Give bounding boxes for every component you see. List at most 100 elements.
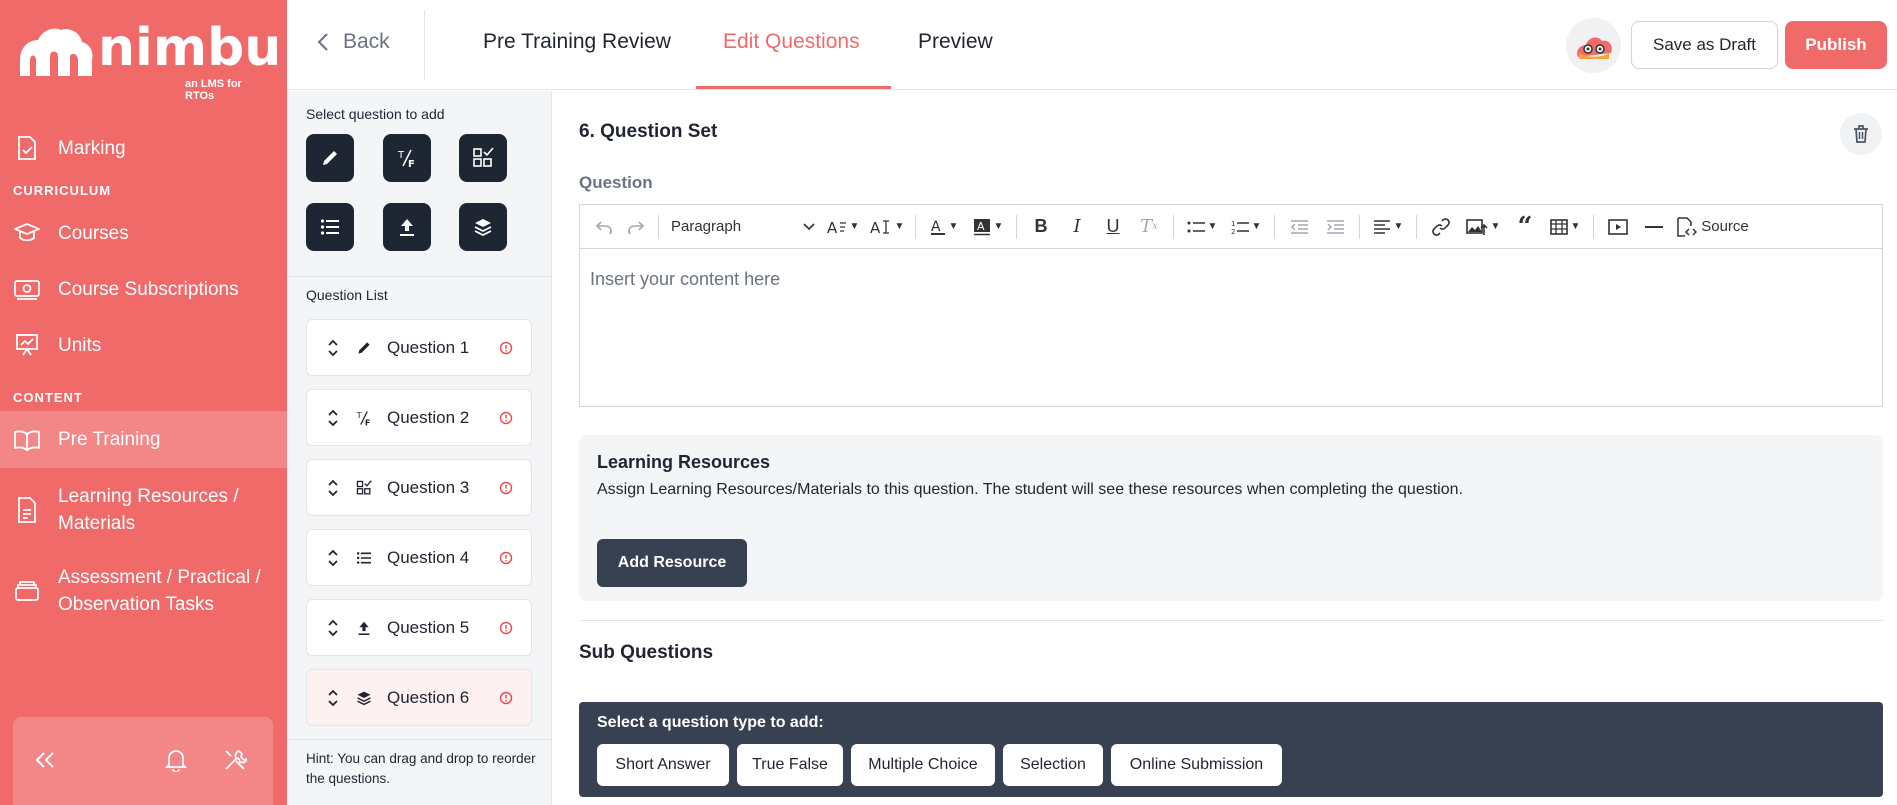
add-question-set-button[interactable]	[459, 203, 507, 251]
question-list-item-5[interactable]: Question 5	[306, 599, 532, 656]
toolbar-separator	[1416, 214, 1417, 239]
svg-text:T: T	[397, 150, 405, 161]
mascot-avatar-icon	[1576, 37, 1612, 59]
font-family-icon[interactable]: A ▼	[865, 211, 909, 243]
insert-media-icon[interactable]	[1600, 211, 1636, 243]
question-list-item-3[interactable]: Question 3	[306, 459, 532, 516]
sidebar-item-label: Courses	[58, 222, 129, 244]
redo-icon[interactable]	[620, 211, 652, 243]
insert-image-icon[interactable]: ▼	[1459, 211, 1507, 243]
stack-icon	[14, 578, 40, 604]
warning-icon	[499, 341, 513, 354]
sidebar: nimbu an LMS for RTOs Marking CURRICULUM…	[0, 0, 287, 805]
add-true-false-button[interactable]: TF	[383, 134, 431, 182]
avatar[interactable]	[1566, 18, 1621, 73]
notifications-button[interactable]	[161, 745, 191, 775]
bulleted-list-icon[interactable]: ▼	[1180, 211, 1224, 243]
learning-resources-title: Learning Resources	[597, 452, 771, 472]
source-button[interactable]: Source	[1672, 211, 1752, 243]
sidebar-item-pre-training[interactable]: Pre Training	[0, 411, 287, 468]
font-color-icon[interactable]: A ▼	[922, 211, 966, 243]
indent-icon[interactable]	[1317, 211, 1353, 243]
multiple-choice-icon	[353, 479, 375, 496]
learning-resources-panel: Learning Resources Assign Learning Resou…	[579, 435, 1883, 601]
question-list-item-2[interactable]: TF Question 2	[306, 389, 532, 446]
add-multiple-choice-sub-question-button[interactable]: Multiple Choice	[851, 744, 995, 786]
svg-text:2: 2	[1231, 228, 1235, 235]
add-short-answer-sub-question-button[interactable]: Short Answer	[597, 744, 729, 786]
sidebar-item-course-subscriptions[interactable]: Course Subscriptions	[0, 265, 287, 313]
toolbar-separator	[1274, 214, 1275, 239]
section-divider	[579, 620, 1883, 621]
horizontal-line-icon[interactable]	[1636, 211, 1672, 243]
layers-icon	[353, 690, 375, 706]
add-online-submission-sub-question-button[interactable]: Online Submission	[1111, 744, 1282, 786]
numbered-list-icon[interactable]: 1 2 ▼	[1224, 211, 1268, 243]
sidebar-item-units[interactable]: Units	[0, 321, 287, 369]
panel-divider	[287, 739, 552, 740]
svg-text:A: A	[931, 219, 941, 235]
question-label: Question 4	[387, 547, 470, 567]
question-content-area[interactable]: Insert your content here	[580, 249, 1882, 406]
warning-icon	[499, 411, 513, 424]
tab-preview[interactable]: Preview	[918, 30, 993, 54]
drag-handle-icon[interactable]	[323, 689, 343, 707]
money-icon	[14, 276, 40, 302]
question-list-item-4[interactable]: Question 4	[306, 529, 532, 586]
nimbu-logo[interactable]: nimbu an LMS for RTOs	[14, 18, 281, 102]
add-resource-button[interactable]: Add Resource	[597, 539, 747, 587]
sidebar-item-label: Assessment / Practical / Observation Tas…	[58, 567, 261, 615]
drag-handle-icon[interactable]	[323, 409, 343, 427]
multiple-choice-icon	[473, 147, 494, 167]
true-false-icon: TF	[397, 149, 415, 169]
add-selection-button[interactable]	[306, 203, 354, 251]
question-list-item-1[interactable]: Question 1	[306, 319, 532, 376]
drag-handle-icon[interactable]	[323, 479, 343, 497]
sidebar-item-learning-resources[interactable]: Learning Resources / Materials	[0, 482, 287, 538]
question-list-item-6[interactable]: Question 6	[306, 669, 532, 726]
block-quote-icon[interactable]: “	[1507, 211, 1543, 243]
undo-icon[interactable]	[588, 211, 620, 243]
paragraph-style-select[interactable]: Paragraph	[665, 211, 815, 243]
sidebar-item-courses[interactable]: Courses	[0, 209, 287, 257]
pencil-icon	[323, 151, 337, 165]
link-icon[interactable]	[1423, 211, 1459, 243]
logo-tagline: an LMS for RTOs	[185, 78, 242, 102]
tools-button[interactable]	[220, 745, 250, 775]
add-short-answer-button[interactable]	[306, 134, 354, 182]
add-selection-sub-question-button[interactable]: Selection	[1003, 744, 1103, 786]
add-multiple-choice-button[interactable]	[459, 134, 507, 182]
add-true-false-sub-question-button[interactable]: True False	[737, 744, 843, 786]
font-size-icon[interactable]: A ▼	[821, 211, 865, 243]
drag-handle-icon[interactable]	[323, 339, 343, 357]
sidebar-item-label: Course Subscriptions	[58, 278, 239, 300]
outdent-icon[interactable]	[1281, 211, 1317, 243]
sidebar-item-label: Marking	[58, 137, 126, 159]
question-label: Question 2	[387, 407, 470, 427]
back-button[interactable]: Back	[317, 30, 390, 54]
save-as-draft-button[interactable]: Save as Draft	[1631, 21, 1778, 69]
sub-questions-title: Sub Questions	[579, 642, 714, 663]
warning-icon	[499, 691, 513, 704]
background-color-icon[interactable]: A ▼	[966, 211, 1010, 243]
sidebar-item-label: Units	[58, 334, 102, 356]
sidebar-item-marking[interactable]: Marking	[0, 124, 287, 172]
sidebar-footer	[13, 717, 273, 805]
sidebar-item-assessment-tasks[interactable]: Assessment / Practical / Observation Tas…	[0, 563, 287, 619]
insert-table-icon[interactable]: ▼	[1543, 211, 1587, 243]
collapse-sidebar-button[interactable]	[30, 745, 60, 775]
svg-text:A: A	[870, 219, 881, 235]
tab-pre-training-review[interactable]: Pre Training Review	[483, 30, 671, 54]
underline-icon[interactable]: U	[1095, 211, 1131, 243]
text-align-icon[interactable]: ▼	[1366, 211, 1410, 243]
add-online-submission-button[interactable]	[383, 203, 431, 251]
delete-question-button[interactable]	[1840, 113, 1882, 155]
italic-icon[interactable]: I	[1059, 211, 1095, 243]
remove-format-icon[interactable]: Tx	[1131, 211, 1167, 243]
drag-handle-icon[interactable]	[323, 619, 343, 637]
question-panel: Select question to add TF Question List …	[287, 91, 552, 805]
tab-edit-questions[interactable]: Edit Questions	[723, 30, 860, 54]
publish-button[interactable]: Publish	[1785, 21, 1887, 69]
drag-handle-icon[interactable]	[323, 549, 343, 567]
bold-icon[interactable]: B	[1023, 211, 1059, 243]
